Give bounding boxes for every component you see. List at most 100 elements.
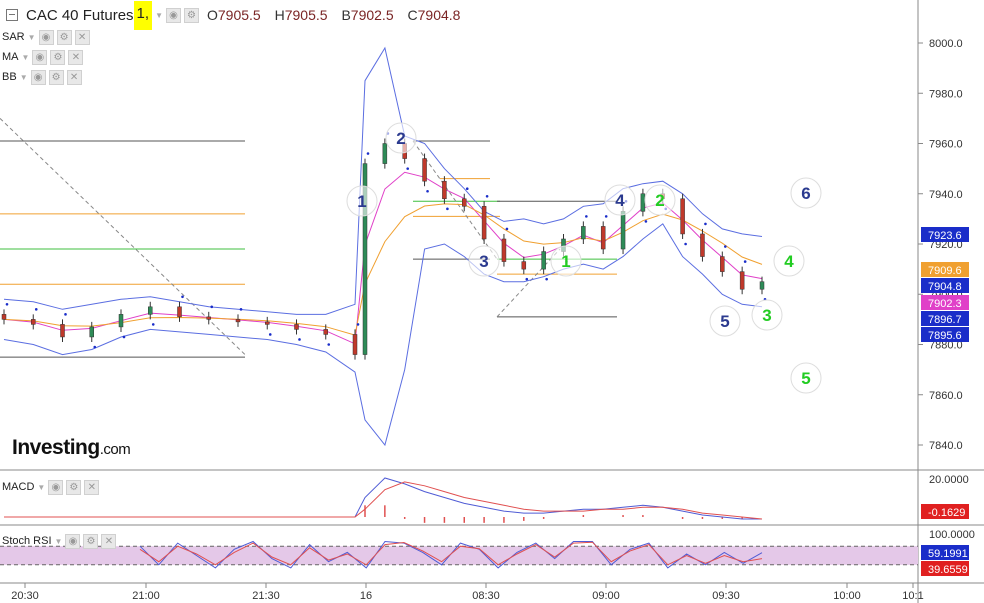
candle-body	[739, 271, 745, 290]
candle-body	[720, 256, 725, 272]
candle-body	[89, 326, 94, 338]
symbol-title[interactable]: CAC 40 Futures	[26, 7, 134, 24]
candle-body	[541, 251, 546, 270]
x-tick-label: 10:00	[833, 590, 861, 602]
x-tick-label: 21:30	[252, 590, 280, 602]
ma-slow-line	[3, 203, 763, 336]
candle-body	[581, 226, 586, 240]
candle-body	[620, 211, 626, 250]
sar-dot	[327, 343, 331, 346]
price-label: 7896.7	[928, 314, 962, 326]
indicator-row-macd[interactable]: MACD ▼ ◉ ⚙ ✕	[2, 478, 100, 496]
sar-dot	[644, 220, 648, 223]
chevron-down-icon[interactable]: ▼	[28, 33, 36, 42]
sar-dot	[122, 335, 126, 339]
ohlc-readout: O7905.5 H7905.5 B7902.5 C7904.8	[207, 7, 470, 23]
macd-line	[4, 477, 762, 520]
eye-icon[interactable]: ◉	[30, 69, 46, 85]
close-value: 7904.8	[417, 7, 461, 23]
candle-body	[640, 193, 646, 212]
candle-body	[600, 226, 606, 250]
candle-body	[462, 198, 467, 207]
eye-icon[interactable]: ◉	[38, 29, 54, 45]
chevron-down-icon[interactable]: ▼	[55, 537, 63, 546]
indicator-label-bb[interactable]: BB	[2, 71, 17, 83]
x-tick-label: 16	[360, 590, 372, 602]
macd-tick-label: 20.0000	[929, 474, 969, 486]
candle-body	[206, 316, 211, 320]
settings-icon[interactable]: ⚙	[83, 533, 99, 549]
sar-dot	[151, 323, 155, 326]
price-label: 7909.6	[928, 265, 962, 277]
signal-line	[4, 481, 763, 520]
stoch-tick-label: 100.0000	[929, 529, 975, 541]
indicator-label-ma[interactable]: MA	[2, 51, 19, 63]
wave-label: 1	[561, 252, 570, 271]
settings-icon[interactable]: ⚙	[48, 69, 64, 85]
indicator-row-ma[interactable]: MA ▼ ◉ ⚙ ✕	[2, 48, 84, 66]
price-label: 7902.3	[928, 298, 962, 310]
sar-dot	[34, 308, 38, 311]
indicator-row-stoch[interactable]: Stoch RSI ▼ ◉ ⚙ ✕	[2, 532, 117, 550]
chevron-down-icon[interactable]: ▼	[22, 53, 30, 62]
indicator-row-bb[interactable]: BB ▼ ◉ ⚙ ✕	[2, 68, 82, 86]
wave-label: 1	[357, 192, 366, 211]
y-tick-label: 7840.0	[929, 440, 963, 452]
candle-body	[382, 143, 388, 164]
sar-dot	[505, 227, 509, 231]
sar-dot	[239, 308, 243, 311]
indicator-label-stoch[interactable]: Stoch RSI	[2, 535, 52, 547]
y-tick-label: 7980.0	[929, 88, 963, 100]
timeframe-badge[interactable]: 1,	[133, 0, 153, 30]
chart-canvas[interactable]: 8000.07980.07960.07940.07920.07900.07880…	[0, 0, 984, 603]
candle-body	[352, 334, 358, 355]
close-icon[interactable]: ✕	[84, 479, 100, 495]
high-value: 7905.5	[284, 7, 328, 23]
low-value: 7902.5	[350, 7, 394, 23]
settings-icon[interactable]: ⚙	[183, 7, 199, 23]
wave-label: 3	[762, 306, 771, 325]
sar-dot	[5, 303, 9, 306]
close-icon[interactable]: ✕	[101, 533, 117, 549]
candle-body	[294, 324, 299, 330]
x-tick-label: 21:00	[132, 590, 160, 602]
wave-label: 5	[720, 312, 729, 331]
sar-dot	[93, 345, 97, 349]
open-value: 7905.5	[217, 7, 261, 23]
eye-icon[interactable]: ◉	[48, 479, 64, 495]
candle-body	[60, 324, 65, 338]
candle-body	[521, 261, 527, 270]
low-label: B	[341, 7, 351, 23]
collapse-icon[interactable]	[6, 9, 18, 21]
chevron-down-icon[interactable]: ▼	[20, 73, 28, 82]
candle-body	[501, 238, 507, 262]
wave-label: 2	[655, 191, 664, 210]
candle-body	[31, 319, 36, 325]
sar-dot	[298, 338, 301, 341]
settings-icon[interactable]: ⚙	[66, 479, 82, 495]
eye-icon[interactable]: ◉	[32, 49, 48, 65]
price-label: 7904.8	[928, 281, 962, 293]
y-tick-label: 7860.0	[929, 390, 963, 402]
candle-body	[759, 281, 765, 290]
settings-icon[interactable]: ⚙	[56, 29, 72, 45]
close-icon[interactable]: ✕	[66, 69, 82, 85]
x-tick-label: 10:1	[902, 590, 923, 602]
price-label: 7923.6	[928, 230, 962, 242]
candle-body	[235, 319, 241, 323]
price-label: 7895.6	[928, 330, 962, 342]
eye-icon[interactable]: ◉	[65, 533, 81, 549]
chevron-down-icon[interactable]: ▼	[155, 11, 163, 20]
chevron-down-icon[interactable]: ▼	[37, 483, 45, 492]
close-label: C	[407, 7, 418, 23]
indicator-row-sar[interactable]: SAR ▼ ◉ ⚙ ✕	[2, 28, 90, 46]
sar-dot	[406, 167, 410, 170]
eye-icon[interactable]: ◉	[165, 7, 181, 23]
settings-icon[interactable]: ⚙	[50, 49, 66, 65]
indicator-label-sar[interactable]: SAR	[2, 31, 25, 43]
close-icon[interactable]: ✕	[74, 29, 90, 45]
x-tick-label: 09:00	[592, 590, 620, 602]
sar-dot	[585, 215, 588, 218]
indicator-label-macd[interactable]: MACD	[2, 481, 34, 493]
close-icon[interactable]: ✕	[68, 49, 84, 65]
